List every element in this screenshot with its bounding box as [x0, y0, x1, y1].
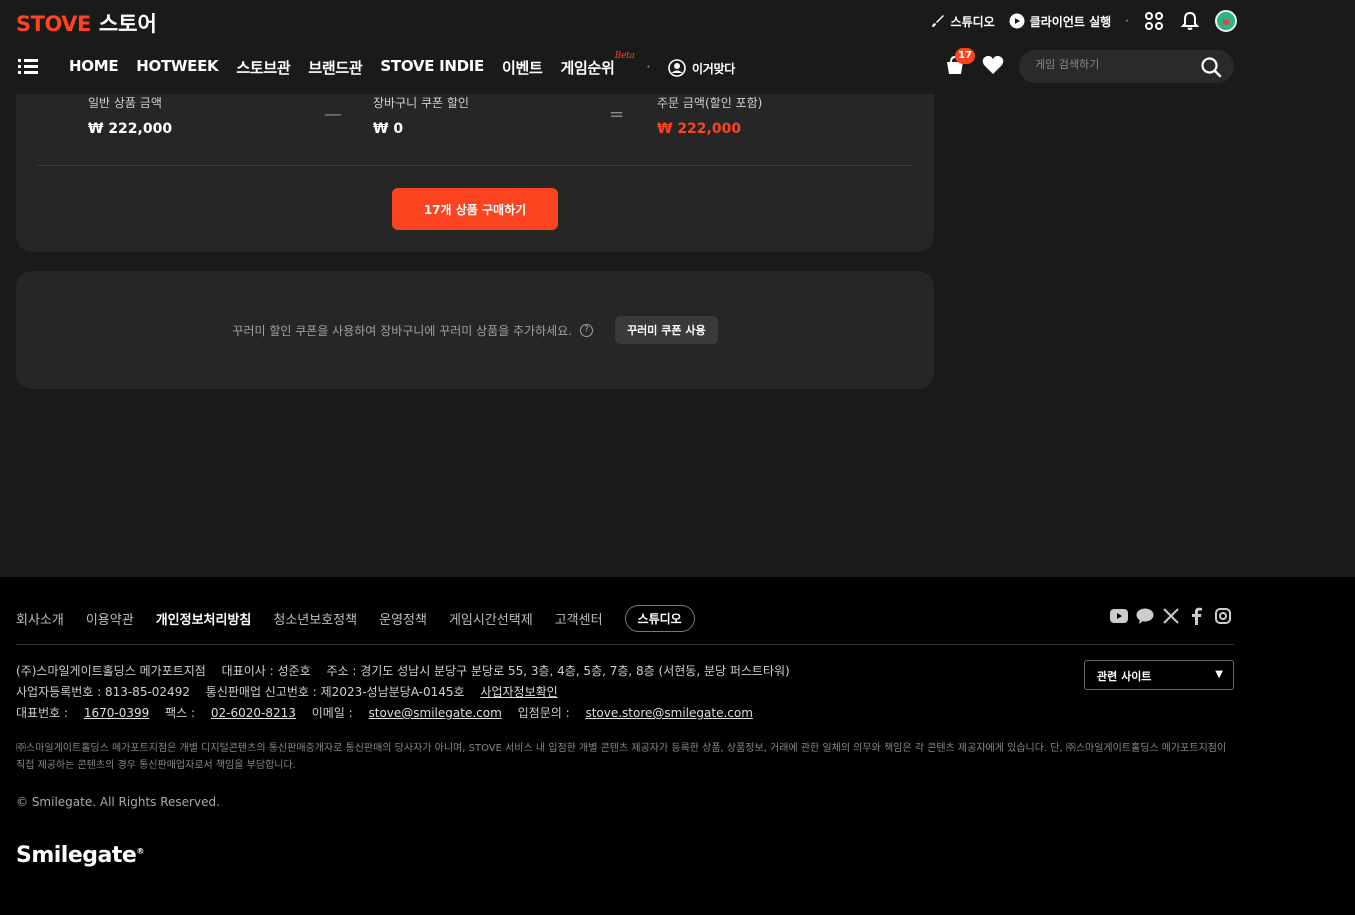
youtube-icon[interactable] — [1110, 607, 1128, 625]
search-input[interactable] — [1035, 58, 1195, 71]
profile-name: 이거맞다 — [692, 61, 735, 76]
bell-icon — [1181, 11, 1199, 30]
footer-link-terms[interactable]: 이용약관 — [86, 609, 134, 628]
bundle-coupon-text: 꾸러미 할인 쿠폰을 사용하여 장바구니에 꾸러미 상품을 추가하세요. — [232, 323, 573, 338]
nav-game-ranking-label: 게임순위 — [560, 59, 615, 77]
stove-store-logo[interactable]: STOVE 스토어 — [16, 8, 157, 38]
client-run-link[interactable]: 클라이언트 실행 — [1009, 13, 1111, 30]
search-icon[interactable] — [1200, 56, 1222, 78]
business-info-link[interactable]: 사업자정보확인 — [480, 685, 557, 699]
use-bundle-coupon-button[interactable]: 꾸러미 쿠폰 사용 — [615, 316, 718, 344]
rep-phone-link[interactable]: 1670-0399 — [84, 706, 149, 720]
legal-notice: ㈜스마일게이트홀딩스 메가포트지점은 개별 디지털콘텐츠의 통신판매중개자로 통… — [16, 743, 1227, 771]
smilegate-logo[interactable]: Smilegate® — [16, 843, 144, 868]
smilegate-logo-text: Smilegate — [16, 843, 137, 868]
order-summary-panel: 일반 상품 금액 ₩ 222,000 — 장바구니 쿠폰 할인 ₩ 0 = 주문… — [16, 94, 934, 252]
logo-brand: STOVE — [16, 12, 91, 36]
footer-link-privacy[interactable]: 개인정보처리방침 — [156, 609, 252, 628]
mail-order-number: 통신판매업 신고번호 : 제2023-성남분당A-0145호 — [205, 685, 465, 699]
fax-link[interactable]: 02-6020-8213 — [211, 706, 296, 720]
facebook-icon[interactable] — [1188, 607, 1206, 625]
company-address: 주소 : 경기도 성남시 분당구 분당로 55, 3층, 4층, 5층, 7층,… — [326, 664, 790, 678]
caret-down-icon: ▼ — [1215, 669, 1223, 680]
cart-count-badge: 17 — [955, 48, 975, 64]
nav-events[interactable]: 이벤트 — [502, 57, 543, 79]
instagram-icon[interactable] — [1214, 607, 1232, 625]
regular-amount-label: 일반 상품 금액 — [88, 96, 162, 110]
profile-menu[interactable]: 이거맞다 — [668, 57, 735, 79]
footer: 회사소개 이용약관 개인정보처리방침 청소년보호정책 운영정책 게임시간선택제 … — [0, 577, 1355, 915]
order-amount-value: ₩ 222,000 — [657, 121, 742, 137]
apps-grid-icon — [1145, 12, 1163, 30]
top-bar: STOVE 스토어 스튜디오 클라이언트 실행 · — [0, 0, 1355, 44]
notification-button[interactable] — [1179, 10, 1201, 32]
footer-link-company[interactable]: 회사소개 — [16, 609, 64, 628]
menu-list-icon[interactable] — [18, 58, 38, 76]
studio-label: 스튜디오 — [950, 14, 995, 29]
bundle-coupon-panel: 꾸러미 할인 쿠폰을 사용하여 장바구니에 꾸러미 상품을 추가하세요. ? 꾸… — [16, 271, 934, 389]
beta-badge: Beta — [614, 51, 635, 61]
store-inquiry-link[interactable]: stove.store@smilegate.com — [585, 706, 752, 720]
company-name: (주)스마일게이트홀딩스 메가포트지점 — [16, 664, 206, 678]
nav-home[interactable]: HOME — [69, 57, 119, 79]
footer-link-playtime[interactable]: 게임시간선택제 — [449, 609, 533, 628]
equals-sign: = — [609, 104, 625, 125]
business-number: 사업자등록번호 : 813-85-02492 — [16, 685, 190, 699]
coupon-discount-value: ₩ 0 — [373, 121, 404, 137]
footer-link-policy[interactable]: 운영정책 — [379, 609, 427, 628]
help-icon[interactable]: ? — [580, 323, 594, 337]
separator-dot: · — [646, 62, 651, 73]
order-amount: 주문 금액(할인 포함) ₩ 222,000 — [657, 94, 762, 137]
search-box — [1019, 50, 1234, 83]
client-run-label: 클라이언트 실행 — [1029, 14, 1112, 29]
nav-stove-indie[interactable]: STOVE INDIE — [380, 57, 484, 79]
order-amount-label: 주문 금액(할인 포함) — [657, 96, 763, 110]
logo-store: 스토어 — [98, 12, 157, 36]
copyright: © Smilegate. All Rights Reserved. — [16, 795, 220, 809]
chat-bubble-icon[interactable] — [1136, 607, 1154, 625]
email-link[interactable]: stove@smilegate.com — [369, 706, 502, 720]
play-icon — [1009, 13, 1025, 29]
user-circle-icon — [668, 59, 686, 77]
footer-link-youth[interactable]: 청소년보호정책 — [273, 609, 357, 628]
related-sites-select[interactable]: 관련 사이트 ▼ — [1084, 660, 1234, 690]
nav-hotweek[interactable]: HOTWEEK — [136, 57, 218, 79]
brush-icon — [931, 15, 944, 27]
buy-button[interactable]: 17개 상품 구매하기 — [392, 188, 558, 230]
email-label: 이메일 : — [311, 706, 357, 720]
nav-stove-hall[interactable]: 스토브관 — [236, 57, 290, 79]
nav-game-ranking[interactable]: 게임순위 Beta — [560, 51, 635, 79]
company-ceo: 대표이사 : 성준호 — [221, 664, 311, 678]
separator-dot: · — [1125, 15, 1129, 27]
footer-link-support[interactable]: 고객센터 — [555, 609, 603, 628]
footer-divider — [16, 644, 1234, 645]
company-info: (주)스마일게이트홀딩스 메가포트지점 대표이사 : 성준호 주소 : 경기도 … — [16, 661, 802, 724]
minus-sign: — — [324, 104, 342, 125]
rep-phone-label: 대표번호 : — [16, 706, 72, 720]
footer-studio-button[interactable]: 스튜디오 — [624, 605, 695, 632]
coupon-discount-label: 장바구니 쿠폰 할인 — [373, 96, 469, 110]
regular-amount-value: ₩ 222,000 — [88, 121, 173, 137]
coupon-discount: 장바구니 쿠폰 할인 ₩ 0 — [373, 94, 469, 137]
studio-link[interactable]: 스튜디오 — [930, 13, 995, 30]
fax-label: 팩스 : — [165, 706, 199, 720]
store-inquiry-label: 입점문의 : — [517, 706, 574, 720]
x-twitter-icon[interactable] — [1162, 607, 1180, 625]
regular-amount: 일반 상품 금액 ₩ 222,000 — [88, 94, 172, 137]
related-sites-label: 관련 사이트 — [1097, 670, 1152, 683]
heart-icon[interactable] — [982, 55, 1004, 75]
summary-divider — [38, 165, 912, 166]
nav-brand-hall[interactable]: 브랜드관 — [308, 57, 362, 79]
apps-button[interactable] — [1143, 10, 1165, 32]
user-avatar[interactable] — [1215, 10, 1237, 32]
